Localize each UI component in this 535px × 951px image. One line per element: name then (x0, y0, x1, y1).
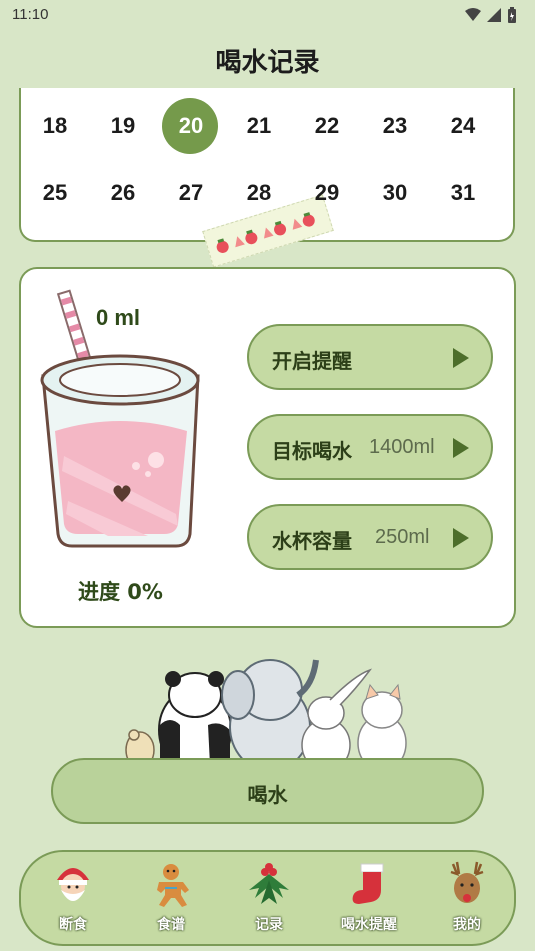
status-time: 11:10 (12, 6, 49, 23)
calendar-day[interactable]: 28 (225, 180, 293, 206)
calendar-day[interactable]: 18 (21, 113, 89, 139)
battery-icon (508, 7, 516, 23)
reminder-button[interactable]: 开启提醒 (247, 324, 493, 390)
cup-capacity-label: 水杯容量 (272, 529, 352, 553)
holly-icon (249, 863, 289, 904)
nav-item-recipes[interactable]: 食谱 (131, 860, 211, 934)
goal-button[interactable]: 目标喝水 1400ml (247, 414, 493, 480)
status-bar: 11:10 (0, 0, 535, 30)
water-amount: 0 ml (96, 305, 141, 330)
page-title: 喝水记录 (215, 48, 320, 78)
nav-label: 喝水提醒 (341, 917, 397, 933)
cup-capacity-value: 250ml (375, 526, 430, 548)
play-arrow-icon (453, 438, 469, 458)
nav-label: 食谱 (157, 917, 185, 933)
gingerbread-icon (157, 864, 189, 907)
calendar-day-selected[interactable]: 20 (157, 98, 225, 154)
nav-item-records[interactable]: 记录 (229, 860, 309, 934)
calendar-day[interactable]: 22 (293, 113, 361, 139)
goal-value: 1400ml (369, 436, 435, 458)
wifi-icon (465, 8, 481, 21)
status-icons (465, 7, 517, 23)
calendar-day[interactable]: 26 (89, 180, 157, 206)
nav-label: 记录 (255, 917, 283, 933)
drink-water-label: 喝水 (247, 783, 288, 807)
calendar-day[interactable]: 27 (157, 180, 225, 206)
calendar-day[interactable]: 21 (225, 113, 293, 139)
drink-water-button[interactable]: 喝水 (51, 758, 484, 824)
santa-icon (57, 868, 89, 901)
calendar-day[interactable]: 30 (361, 180, 429, 206)
progress-label: 进度 0% (78, 580, 163, 604)
nav-label: 断食 (59, 917, 87, 933)
calendar-week-row: 25 26 27 28 29 30 31 (21, 180, 517, 206)
goal-label: 目标喝水 (272, 439, 352, 463)
bottom-nav: 断食 食谱 记录 喝水提醒 我的 (19, 850, 516, 946)
nav-item-mine[interactable]: 我的 (427, 860, 507, 934)
reminder-label: 开启提醒 (272, 349, 352, 373)
calendar-day[interactable]: 31 (429, 180, 497, 206)
play-arrow-icon (453, 348, 469, 368)
cup-capacity-button[interactable]: 水杯容量 250ml (247, 504, 493, 570)
nav-label: 我的 (453, 917, 481, 933)
stocking-icon (352, 863, 384, 904)
nav-item-water-reminder[interactable]: 喝水提醒 (329, 860, 409, 934)
nav-item-fasting[interactable]: 断食 (33, 860, 113, 934)
reindeer-icon (450, 861, 484, 903)
calendar-day[interactable]: 24 (429, 113, 497, 139)
signal-icon (487, 8, 501, 22)
calendar-day[interactable]: 19 (89, 113, 157, 139)
calendar-day[interactable]: 25 (21, 180, 89, 206)
calendar-week-row: 18 19 20 21 22 23 24 (21, 98, 517, 154)
play-arrow-icon (453, 528, 469, 548)
calendar-day[interactable]: 23 (361, 113, 429, 139)
